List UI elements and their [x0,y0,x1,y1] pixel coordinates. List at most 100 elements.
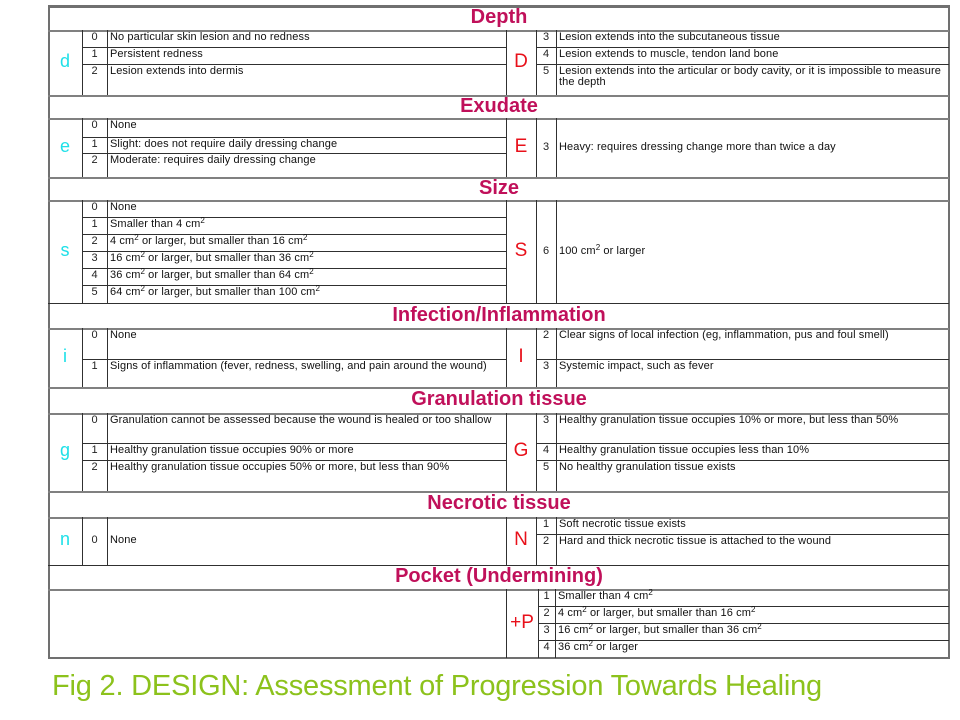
score-number: 0 [91,329,98,341]
score-description: Healthy granulation tissue occupies 90% … [110,444,354,456]
grade-letter-low-infection: i [63,345,67,366]
score-description: Lesion extends to muscle, tendon land bo… [559,48,779,60]
grade-letter-high-infection: I [518,345,524,367]
score-description: Smaller than 4 cm2 [558,588,653,602]
grade-letter-high-granulation: G [513,440,529,461]
column-divider [107,517,108,565]
score-number: 3 [542,31,550,43]
score-number: 5 [542,65,550,77]
score-number: 1 [91,138,98,150]
score-number: 4 [543,641,550,653]
score-description: Hard and thick necrotic tissue is attach… [559,535,832,547]
section-title-pocket: Pocket (Undermining) [395,565,603,587]
score-description: 16 cm2 or larger, but smaller than 36 cm… [110,250,314,264]
score-description: Heavy: requires dressing change more tha… [559,140,836,153]
score-number: 0 [91,534,98,546]
score-number: 0 [91,31,98,43]
column-divider [556,200,557,303]
score-number: 4 [91,269,98,281]
grade-letter-low-granulation: g [59,440,70,460]
score-number: 3 [542,360,550,372]
grade-letter-high-pocket: +P [510,611,534,633]
score-number: 3 [542,140,550,153]
column-divider [107,118,108,177]
score-description: 64 cm2 or larger, but smaller than 100 c… [110,284,321,298]
score-description: Healthy granulation tissue occupies 50% … [110,461,450,473]
grade-letter-low-depth: d [59,50,70,71]
grade-letter-low-size: s [60,239,70,260]
figure-caption: Fig 2. DESIGN: Assessment of Progression… [52,670,822,702]
score-description: Persistent redness [110,48,203,60]
score-description: No particular skin lesion and no redness [110,31,310,43]
score-description: Slight: does not require daily dressing … [110,138,338,150]
score-number: 1 [91,444,98,456]
score-number: 2 [91,65,98,77]
section-title-infection: Infection/Inflammation [392,303,606,326]
score-number: 6 [542,244,550,257]
score-number: 4 [542,444,550,456]
column-divider [107,328,108,387]
score-description: Moderate: requires daily dressing change [110,154,316,166]
grade-letter-low-exudate: e [59,135,70,156]
score-number: 2 [543,607,550,619]
column-divider [556,118,557,177]
score-description: None [110,534,137,546]
score-description: Systemic impact, such as fever [559,360,714,372]
score-number: 1 [91,360,98,372]
score-number: 2 [91,235,98,247]
score-description: 36 cm2 or larger, but smaller than 64 cm… [110,267,314,281]
score-number: 1 [542,518,550,530]
score-description: 36 cm2 or larger [558,639,639,653]
score-description: 100 cm2 or larger [559,242,646,257]
score-number: 4 [542,48,550,60]
column-divider [556,328,557,387]
grade-letter-high-exudate: E [514,135,528,157]
score-description: None [110,201,137,213]
score-number: 5 [91,286,98,298]
score-description: Soft necrotic tissue exists [559,518,686,530]
score-number: 3 [91,252,98,264]
score-description: None [110,119,137,131]
score-number: 2 [542,329,550,341]
section-title-granulation: Granulation tissue [411,388,587,410]
column-divider [556,517,557,565]
score-description: 4 cm2 or larger, but smaller than 16 cm2 [558,605,756,619]
column-divider [556,30,557,95]
grade-letter-high-necrotic: N [514,529,528,550]
score-number: 3 [542,414,550,426]
score-description: Clear signs of local infection (eg, infl… [559,329,889,341]
grade-letter-high-depth: D [514,50,528,72]
score-number: 5 [542,461,550,473]
score-description: 4 cm2 or larger, but smaller than 16 cm2 [110,233,308,247]
section-title-size: Size [478,176,520,199]
score-number: 3 [543,624,550,636]
score-description: Lesion extends into the articular or bod… [559,65,941,88]
score-description: Granulation cannot be assessed because t… [110,414,492,426]
score-number: 0 [91,201,98,213]
section-title-depth: Depth [470,5,528,28]
score-description: Healthy granulation tissue occupies 10% … [559,414,899,426]
section-title-exudate: Exudate [460,94,538,117]
score-number: 0 [91,119,98,131]
score-description: 16 cm2 or larger, but smaller than 36 cm… [558,622,762,636]
score-number: 1 [91,48,98,60]
column-divider [556,413,557,491]
score-description: No healthy granulation tissue exists [559,461,736,473]
score-number: 1 [543,590,550,602]
section-title-necrotic: Necrotic tissue [427,492,571,514]
column-divider [107,413,108,491]
score-number: 0 [91,414,98,426]
grade-letter-high-size: S [514,239,528,261]
grade-letter-low-necrotic: n [59,529,70,549]
column-divider [107,30,108,95]
score-description: Signs of inflammation (fever, redness, s… [110,360,487,372]
score-number: 2 [91,154,98,166]
score-description: None [110,329,137,341]
score-description: Lesion extends into dermis [110,65,244,77]
score-description: Lesion extends into the subcutaneous tis… [559,31,780,43]
score-description: Healthy granulation tissue occupies less… [559,444,810,456]
score-description: Smaller than 4 cm2 [110,216,205,230]
score-number: 2 [542,535,550,547]
score-number: 1 [91,218,98,230]
score-number: 2 [91,461,98,473]
